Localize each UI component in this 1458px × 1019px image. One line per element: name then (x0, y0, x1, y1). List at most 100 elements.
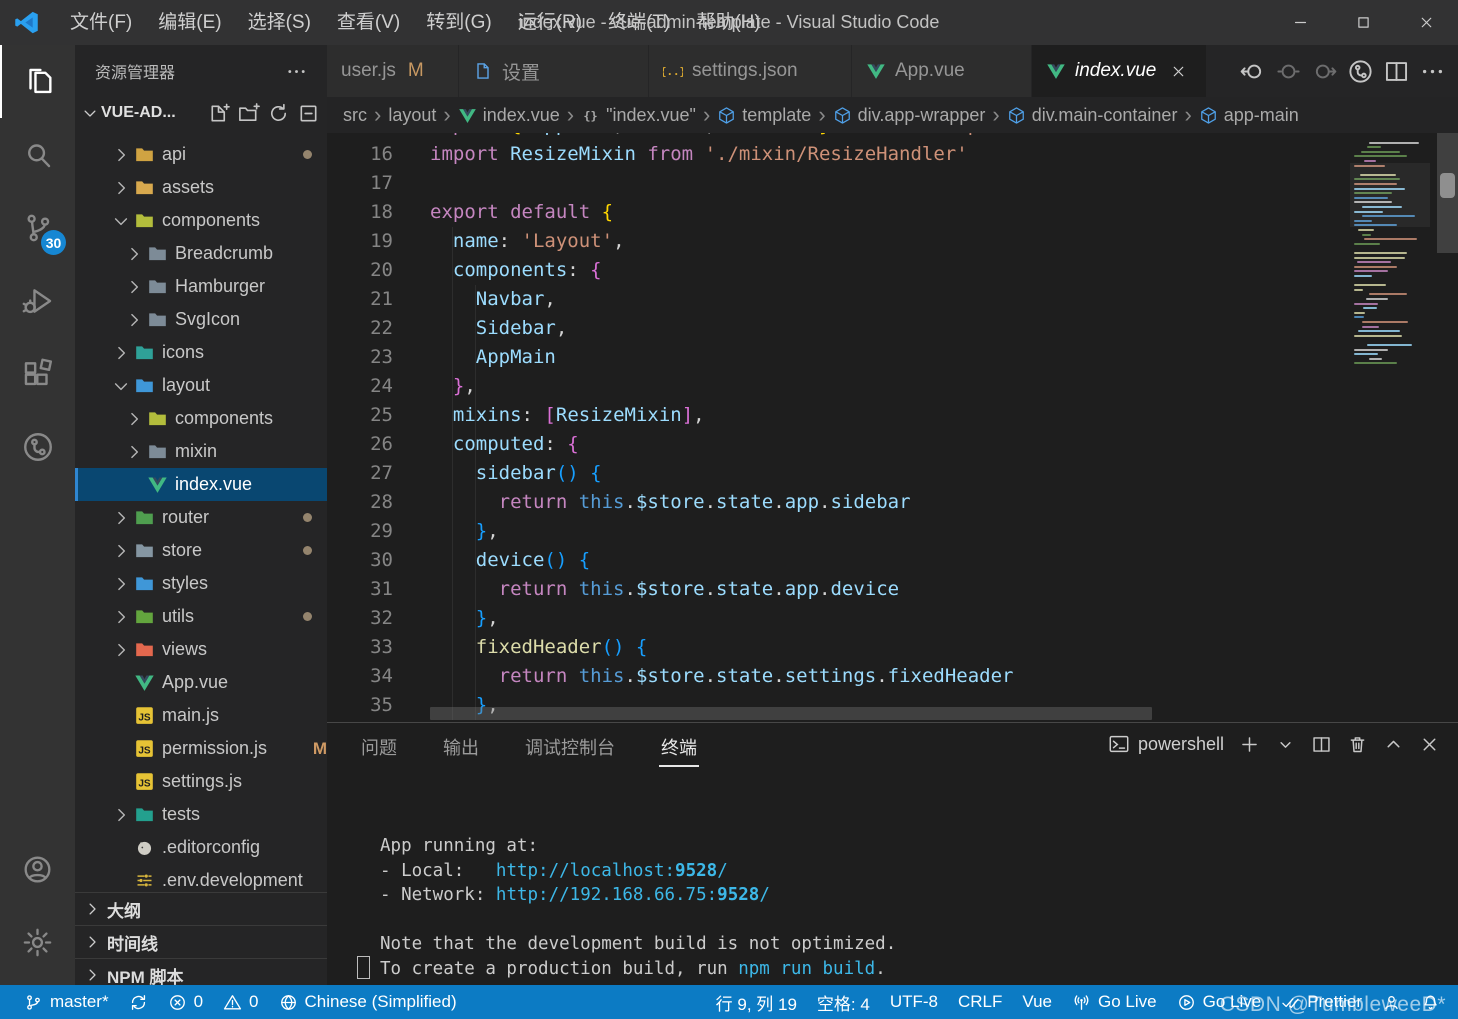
tree-item-assets[interactable]: assets (75, 171, 327, 204)
breadcrumb-div.app-wrapper[interactable]: div.app-wrapper (833, 105, 986, 126)
menu-item-V[interactable]: 查看(V) (324, 0, 413, 45)
tree-item-views[interactable]: views (75, 633, 327, 666)
sidebar-section-1[interactable]: 时间线 (75, 925, 327, 958)
nav-dot-icon[interactable] (1275, 58, 1302, 85)
tree-item-icons[interactable]: icons (75, 336, 327, 369)
breadcrumb-index.vue[interactable]: index.vue (458, 105, 560, 126)
more-icon[interactable] (1419, 58, 1446, 85)
code-token (430, 433, 453, 455)
min-button[interactable] (1269, 0, 1332, 45)
panel-tab-终端[interactable]: 终端 (661, 723, 697, 773)
status-0[interactable]: 0 (158, 985, 213, 1019)
breadcrumb-index.vue[interactable]: {}"index.vue" (581, 105, 696, 126)
status-4[interactable]: 空格: 4 (807, 985, 880, 1019)
split-editor-icon[interactable] (1383, 58, 1410, 85)
tab-App.vue[interactable]: App.vue (852, 45, 1032, 97)
terminal-text: . (875, 959, 886, 979)
panel-tab-输出[interactable]: 输出 (443, 723, 479, 773)
plus-icon[interactable] (1239, 734, 1260, 755)
tree-item-store[interactable]: store (75, 534, 327, 567)
folder-icon (134, 540, 155, 561)
nav-back-icon[interactable] (1239, 58, 1266, 85)
minimap-slider[interactable] (1350, 163, 1430, 227)
chev-down-sm-icon[interactable] (1275, 734, 1296, 755)
breadcrumb-layout[interactable]: layout (388, 105, 436, 126)
menu-item-S[interactable]: 选择(S) (235, 0, 324, 45)
tree-item-styles[interactable]: styles (75, 567, 327, 600)
breadcrumb-src[interactable]: src (343, 105, 367, 126)
status-GoLive[interactable]: Go Live (1062, 985, 1167, 1019)
horizontal-scrollbar[interactable] (430, 707, 1152, 720)
tab-index.vue[interactable]: index.vue (1032, 45, 1207, 97)
tree-item-settings.js[interactable]: JSsettings.js (75, 765, 327, 798)
tab-user.js[interactable]: user.jsM (327, 45, 459, 97)
status-CRLF[interactable]: CRLF (948, 985, 1012, 1019)
panel-tab-问题[interactable]: 问题 (361, 723, 397, 773)
scrollbar-drag-handle[interactable] (1440, 173, 1455, 198)
activitybar-run-and-debug[interactable] (0, 264, 75, 337)
activitybar-settings[interactable] (0, 906, 75, 979)
status-sync[interactable] (119, 985, 158, 1019)
breadcrumb-template[interactable]: template (717, 105, 811, 126)
status-master[interactable]: master* (14, 985, 119, 1019)
vertical-scrollbar[interactable] (1437, 133, 1458, 722)
tree-item-components[interactable]: components (75, 402, 327, 435)
nav-forward-icon[interactable] (1311, 58, 1338, 85)
minimap-line (1369, 293, 1407, 295)
code-editor[interactable]: 15import { AppMain, Navbar, Sidebar } fr… (327, 133, 1458, 722)
tree-item-components[interactable]: components (75, 204, 327, 237)
breadcrumb-app-main[interactable]: app-main (1199, 105, 1299, 126)
tree-item-index.vue[interactable]: index.vue (75, 468, 327, 501)
activitybar-search[interactable] (0, 118, 75, 191)
tree-item-api[interactable]: api (75, 138, 327, 171)
breadcrumb-div.main-container[interactable]: div.main-container (1007, 105, 1178, 126)
tab-[interactable]: 设置 (459, 45, 649, 97)
tree-item-App.vue[interactable]: App.vue (75, 666, 327, 699)
terminal-output[interactable]: App running at:- Local: http://localhost… (380, 785, 896, 1019)
git-modified-badge: M (313, 739, 327, 759)
split-editor-icon[interactable] (1311, 734, 1332, 755)
chev-up-icon[interactable] (1383, 734, 1404, 755)
menu-item-G[interactable]: 转到(G) (413, 0, 504, 45)
code-text: computed: { (393, 430, 579, 459)
status-ChineseSimplified[interactable]: Chinese (Simplified) (269, 985, 467, 1019)
activitybar-git-history[interactable] (0, 410, 75, 483)
menu-item-E[interactable]: 编辑(E) (145, 0, 234, 45)
window-controls (1269, 0, 1458, 45)
code-token: './components' (899, 133, 1059, 136)
tree-item-Breadcrumb[interactable]: Breadcrumb (75, 237, 327, 270)
close-icon[interactable] (1419, 734, 1440, 755)
tree-item-permission.js[interactable]: JSpermission.jsM (75, 732, 327, 765)
tree-item-SvgIcon[interactable]: SvgIcon (75, 303, 327, 336)
tree-item-utils[interactable]: utils (75, 600, 327, 633)
tree-item-tests[interactable]: tests (75, 798, 327, 831)
close-icon[interactable] (1170, 63, 1187, 80)
tree-item-main.js[interactable]: JSmain.js (75, 699, 327, 732)
activitybar-source-control[interactable]: 30 (0, 191, 75, 264)
menu-item-F[interactable]: 文件(F) (57, 0, 145, 45)
status-0[interactable]: 0 (213, 985, 268, 1019)
close-button[interactable] (1395, 0, 1458, 45)
trash-icon[interactable] (1347, 734, 1368, 755)
tree-item-router[interactable]: router (75, 501, 327, 534)
panel-tab-调试控制台[interactable]: 调试控制台 (525, 723, 615, 773)
activitybar-explorer[interactable] (0, 45, 75, 118)
status-Vue[interactable]: Vue (1012, 985, 1062, 1019)
terminal-shell-selector[interactable]: powershell (1108, 733, 1224, 755)
activitybar-account[interactable] (0, 833, 75, 906)
git-history-icon[interactable] (1347, 58, 1374, 85)
activitybar-extensions[interactable] (0, 337, 75, 410)
sidebar-section-2[interactable]: NPM 脚本 (75, 958, 327, 985)
max-button[interactable] (1332, 0, 1395, 45)
tree-item-Hamburger[interactable]: Hamburger (75, 270, 327, 303)
tree-item-layout[interactable]: layout (75, 369, 327, 402)
chevron-right-icon (111, 805, 131, 825)
tree-item-mixin[interactable]: mixin (75, 435, 327, 468)
tree-item-.editorconfig[interactable]: .editorconfig (75, 831, 327, 864)
tab-settings.json[interactable]: {..}settings.json (649, 45, 852, 97)
code-token: sidebar (830, 491, 910, 513)
code-line-21: 21 Navbar, (327, 285, 1458, 314)
sidebar-section-0[interactable]: 大纲 (75, 892, 327, 925)
status-919[interactable]: 行 9, 列 19 (706, 985, 807, 1019)
status-UTF8[interactable]: UTF-8 (880, 985, 948, 1019)
